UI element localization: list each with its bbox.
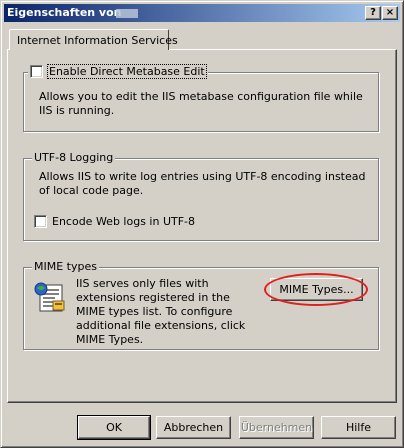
metabase-edit-checkbox-row[interactable]: Enable Direct Metabase Edit xyxy=(28,64,208,79)
window-title: Eigenschaften von xyxy=(7,6,122,19)
highlight-circle xyxy=(264,273,368,306)
cancel-button[interactable]: Abbrechen xyxy=(156,416,231,439)
apply-button[interactable]: Übernehmen xyxy=(239,416,314,439)
metabase-edit-label: Enable Direct Metabase Edit xyxy=(47,64,207,79)
help-button[interactable]: Hilfe xyxy=(321,416,396,439)
tab-label: Internet Information Services xyxy=(17,34,178,47)
properties-dialog: Eigenschaften von ? × Internet Informati… xyxy=(0,0,404,448)
mime-description: IIS serves only files with extensions re… xyxy=(76,277,246,346)
utf8-checkbox-label: Encode Web logs in UTF-8 xyxy=(52,215,196,228)
close-title-button[interactable]: × xyxy=(382,6,398,20)
tab-internet-information-services[interactable]: Internet Information Services xyxy=(9,29,178,50)
mime-types-legend: MIME types xyxy=(32,260,99,273)
help-title-button[interactable]: ? xyxy=(365,6,381,20)
utf8-logging-legend: UTF-8 Logging xyxy=(32,151,116,164)
title-bar[interactable]: Eigenschaften von ? × xyxy=(4,4,400,22)
utf8-logging-group: UTF-8 Logging Allows IIS to write log en… xyxy=(23,151,379,241)
ok-button[interactable]: OK xyxy=(77,415,151,440)
mime-types-icon xyxy=(34,282,65,312)
metabase-edit-checkbox[interactable] xyxy=(30,65,43,78)
metabase-group: Enable Direct Metabase Edit Allows you t… xyxy=(23,64,379,132)
utf8-description: Allows IIS to write log entries using UT… xyxy=(39,170,366,197)
utf8-checkbox[interactable] xyxy=(34,215,47,228)
utf8-checkbox-row[interactable]: Encode Web logs in UTF-8 xyxy=(34,215,195,228)
metabase-description: Allows you to edit the IIS metabase conf… xyxy=(39,90,363,117)
redacted-server-name xyxy=(116,9,138,18)
